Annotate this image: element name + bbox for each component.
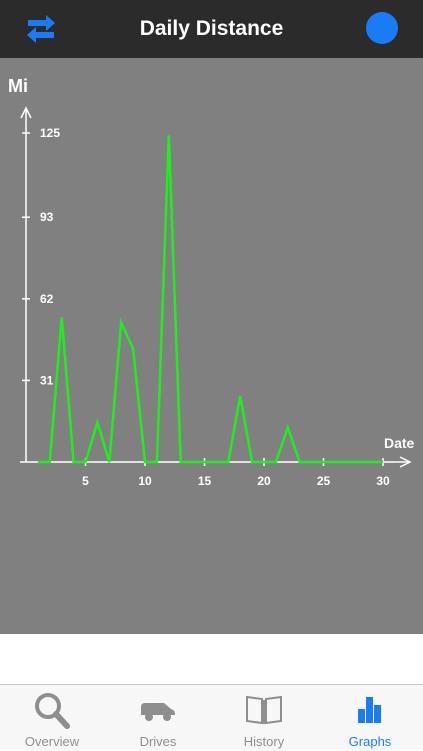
x-axis-label: Date [384,435,415,451]
tab-drives[interactable]: Drives [106,685,210,751]
y-tick-label: 62 [40,292,54,306]
tab-graphs[interactable]: Graphs [318,685,422,751]
y-tick-label: 125 [40,126,60,140]
x-tick-label: 10 [138,474,152,488]
y-tick-label: 31 [40,373,54,387]
y-tick-label: 93 [40,210,54,224]
tab-overview-label: Overview [24,734,80,749]
tab-bar: Overview Drives History Graphs [0,684,423,750]
distance-series-line [37,135,383,464]
navigation-bar: Daily Distance [0,0,423,58]
x-tick-label: 20 [257,474,271,488]
status-indicator-button[interactable] [366,12,398,44]
tab-graphs-label: Graphs [348,734,392,749]
page-title: Daily Distance [139,17,284,40]
tab-overview[interactable]: Overview [0,685,104,751]
tab-history-label: History [243,734,285,749]
x-tick-label: 5 [82,474,89,488]
tab-drives-label: Drives [139,734,177,749]
y-axis-label: Mi [8,76,28,96]
graph-icon [358,697,381,723]
tab-history[interactable]: History [212,685,316,751]
swap-button[interactable] [24,12,58,46]
swap-arrows-icon [27,15,55,43]
x-tick-label: 15 [198,474,212,488]
magnifier-icon [35,693,70,729]
x-tick-label: 30 [376,474,390,488]
book-icon [246,695,282,725]
distance-chart: Mi Date 31 62 93 125 5 10 15 20 25 30 [8,76,415,488]
car-icon [141,703,175,721]
chart-area: Mi Date 31 62 93 125 5 10 15 20 25 30 [0,58,423,634]
x-tick-label: 25 [317,474,331,488]
